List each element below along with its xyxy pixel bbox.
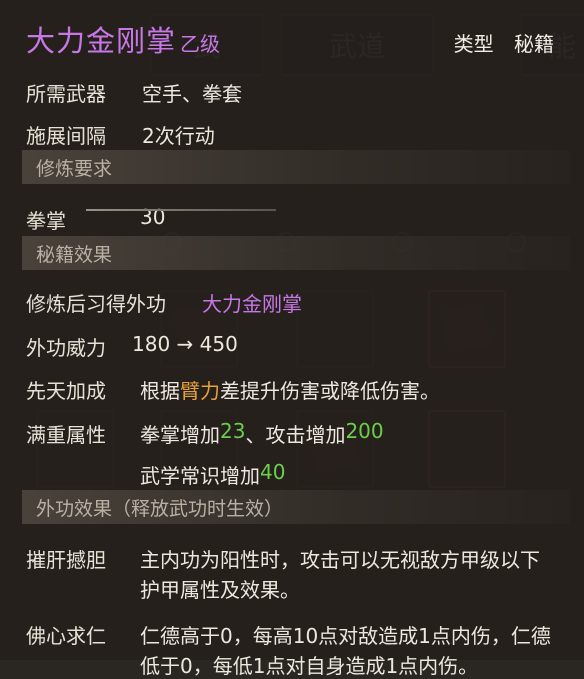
item-tooltip: 大力金刚掌 乙级 类型 秘籍 所需武器 空手、拳套 施展间隔 2次行动 修炼要求… (0, 0, 584, 678)
effect-name: 佛心求仁 (26, 624, 106, 648)
full-bonus-row-1: 满重属性 拳掌增加 23 、攻击增加 200 (26, 419, 384, 448)
learn-row: 修炼后习得外功 大力金刚掌 (26, 288, 302, 317)
item-grade: 乙级 (180, 32, 221, 56)
innate-prefix: 根据 (140, 379, 180, 403)
interval-value: 2次行动 (142, 124, 215, 148)
bonus-knowledge-value: 40 (260, 460, 286, 484)
effect-name: 摧肝撼胆 (26, 548, 106, 572)
power-row: 外功威力 180 → 450 (26, 332, 238, 361)
section-effects: 秘籍效果 (22, 236, 570, 270)
bonus-fist-value: 23 (220, 419, 246, 443)
bonus-knowledge-label: 武学常识增加 (140, 464, 260, 488)
bonus-attack-label: 、攻击增加 (245, 423, 346, 447)
weapon-label: 所需武器 (26, 82, 106, 106)
type-label: 类型 (453, 32, 494, 56)
type-value: 秘籍 (514, 32, 554, 56)
external-effect-1: 摧肝撼胆 主内功为阳性时，攻击可以无视敌方甲级以下 (26, 544, 540, 573)
innate-label: 先天加成 (26, 379, 106, 403)
bonus-fist-label: 拳掌增加 (140, 423, 220, 447)
innate-attribute: 臂力 (180, 379, 220, 403)
effect-desc-line2: 低于0，每低1点对自身造成1点内伤。 (140, 654, 479, 678)
power-value: 180 → 450 (132, 332, 238, 356)
item-type: 类型 秘籍 (454, 28, 554, 57)
external-effect-1-cont: 护甲属性及效果。 (140, 574, 300, 603)
weapon-row: 所需武器 空手、拳套 (26, 78, 242, 107)
section-title: 秘籍效果 (36, 243, 113, 266)
section-title: 修炼要求 (36, 157, 113, 180)
item-name: 大力金刚掌 (26, 24, 177, 58)
external-effect-2: 佛心求仁 仁德高于0，每高10点对敌造成1点内伤，仁德 (26, 620, 551, 649)
section-requirements: 修炼要求 (22, 150, 570, 184)
effect-desc-line1: 主内功为阳性时，攻击可以无视敌方甲级以下 (140, 548, 540, 572)
section-title: 外功效果（释放武功时生效） (36, 497, 284, 520)
weapon-value: 空手、拳套 (142, 82, 242, 106)
external-effect-2-cont: 低于0，每低1点对自身造成1点内伤。 (140, 650, 478, 679)
section-external-effects: 外功效果（释放武功时生效） (22, 490, 570, 524)
learn-value: 大力金刚掌 (202, 292, 302, 316)
effect-desc-line1: 仁德高于0，每高10点对敌造成1点内伤，仁德 (140, 624, 551, 648)
full-bonus-row-2: 武学常识增加 40 (140, 460, 285, 489)
bonus-attack-value: 200 (345, 419, 384, 443)
innate-row: 先天加成 根据 臂力 差提升伤害或降低伤害。 (26, 375, 440, 404)
item-title-row: 大力金刚掌 乙级 (26, 18, 220, 68)
full-bonus-label: 满重属性 (26, 423, 106, 447)
requirement-divider (86, 209, 276, 211)
innate-suffix: 差提升伤害或降低伤害。 (220, 379, 440, 403)
learn-label: 修炼后习得外功 (26, 292, 166, 316)
effect-desc-line2: 护甲属性及效果。 (140, 578, 300, 602)
power-label: 外功威力 (26, 336, 106, 360)
interval-row: 施展间隔 2次行动 (26, 120, 215, 149)
interval-label: 施展间隔 (26, 124, 106, 148)
